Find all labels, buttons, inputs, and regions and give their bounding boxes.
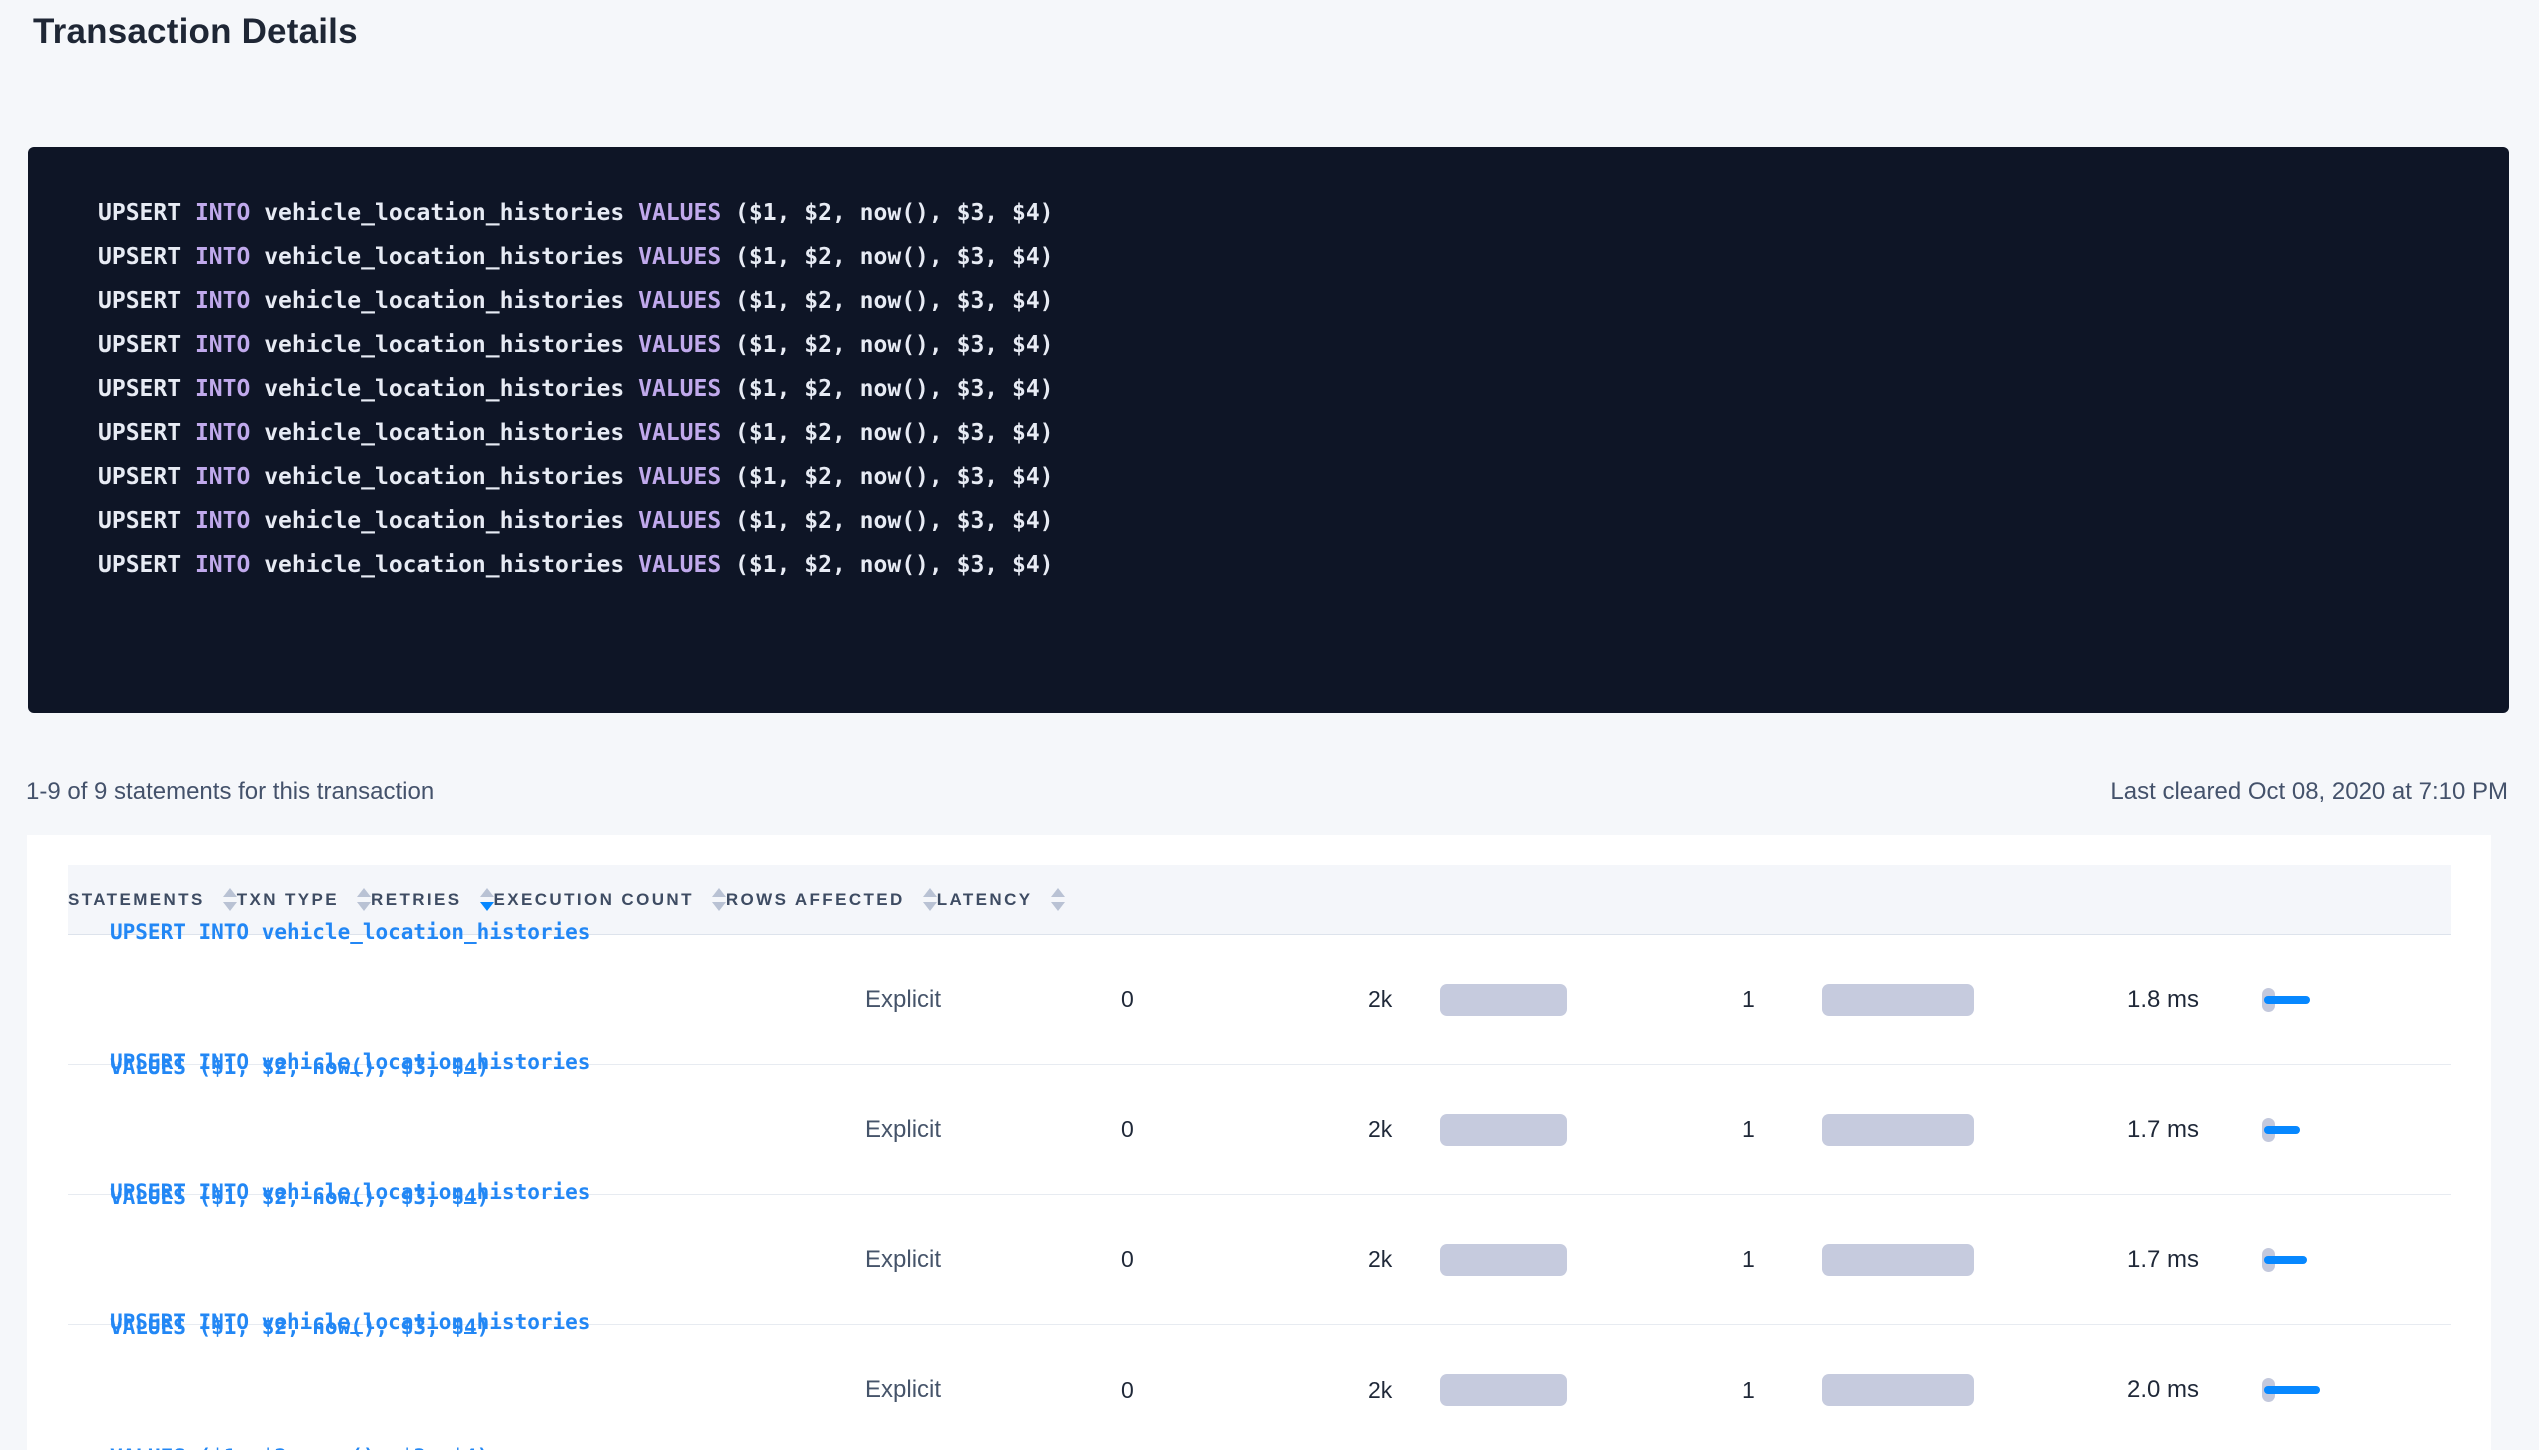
statements-count-text: 1-9 of 9 statements for this transaction [26, 778, 434, 806]
rows-affected-cell: 1 [1700, 1374, 2080, 1406]
execution-count-cell: 2k [1330, 984, 1700, 1016]
column-header-label: LATENCY [937, 890, 1033, 910]
execution-count-bar [1440, 1374, 1567, 1406]
sort-asc-icon [923, 888, 937, 897]
statement-link-line1: UPSERT INTO vehicle_location_histories [110, 1040, 840, 1085]
latency-bar [2264, 1256, 2307, 1264]
retries-cell: 0 [1090, 986, 1330, 1013]
statement-table-row: UPSERT INTO vehicle_location_histories V… [68, 1325, 2451, 1450]
latency-bar-chart [2262, 1240, 2332, 1280]
sort-arrows-icon [923, 888, 937, 911]
statement-link-line2: VALUES ($1, $2, now(), $3, $4) [110, 1435, 840, 1450]
retries-cell: 0 [1090, 1377, 1330, 1404]
execution-count-bar [1440, 1114, 1567, 1146]
statements-table-card: STATEMENTS TXN TYPE RETRIES [27, 835, 2491, 1450]
sql-statement-line: UPSERT INTO vehicle_location_histories V… [98, 499, 2469, 543]
rows-affected-cell: 1 [1700, 1244, 2080, 1276]
sql-statement-line: UPSERT INTO vehicle_location_histories V… [98, 367, 2469, 411]
latency-bar-chart [2262, 1110, 2332, 1150]
retries-cell: 0 [1090, 1246, 1330, 1273]
column-header[interactable]: LATENCY [937, 888, 1065, 911]
latency-bar [2264, 996, 2310, 1004]
txn-type-cell: Explicit [840, 1246, 1090, 1274]
statements-table-body: UPSERT INTO vehicle_location_histories V… [68, 935, 2451, 1450]
statement-cell: UPSERT INTO vehicle_location_histories V… [68, 1210, 840, 1450]
latency-bar [2264, 1126, 2300, 1134]
latency-bar-chart [2262, 980, 2332, 1020]
txn-type-cell: Explicit [840, 1376, 1090, 1404]
rows-affected-bar [1822, 1244, 1974, 1276]
table-summary-bar: 1-9 of 9 statements for this transaction… [26, 778, 2508, 806]
execution-count-bar [1440, 1244, 1567, 1276]
page-title: Transaction Details [33, 12, 358, 52]
sql-statement-line: UPSERT INTO vehicle_location_histories V… [98, 191, 2469, 235]
sql-statement-line: UPSERT INTO vehicle_location_histories V… [98, 279, 2469, 323]
last-cleared-timestamp: Last cleared Oct 08, 2020 at 7:10 PM [2110, 778, 2508, 806]
rows-affected-cell: 1 [1700, 984, 2080, 1016]
sort-asc-icon [1051, 888, 1065, 897]
latency-cell: 1.8 ms [2080, 980, 2451, 1020]
sql-statement-line: UPSERT INTO vehicle_location_histories V… [98, 235, 2469, 279]
sort-desc-icon [1051, 902, 1065, 911]
statement-link-line1: UPSERT INTO vehicle_location_histories [110, 910, 840, 955]
rows-affected-bar [1822, 1114, 1974, 1146]
sort-desc-icon [923, 902, 937, 911]
rows-affected-bar [1822, 984, 1974, 1016]
execution-count-cell: 2k [1330, 1374, 1700, 1406]
execution-count-cell: 2k [1330, 1114, 1700, 1146]
txn-type-cell: Explicit [840, 1116, 1090, 1144]
sort-arrows-icon [1051, 888, 1065, 911]
latency-cell: 1.7 ms [2080, 1110, 2451, 1150]
sql-statement-line: UPSERT INTO vehicle_location_histories V… [98, 323, 2469, 367]
latency-cell: 1.7 ms [2080, 1240, 2451, 1280]
statement-link-line1: UPSERT INTO vehicle_location_histories [110, 1170, 840, 1215]
statement-link-line1: UPSERT INTO vehicle_location_histories [110, 1300, 840, 1345]
statement-link[interactable]: UPSERT INTO vehicle_location_histories V… [110, 1210, 840, 1450]
execution-count-cell: 2k [1330, 1244, 1700, 1276]
txn-type-cell: Explicit [840, 986, 1090, 1014]
retries-cell: 0 [1090, 1116, 1330, 1143]
rows-affected-cell: 1 [1700, 1114, 2080, 1146]
execution-count-bar [1440, 984, 1567, 1016]
sql-statement-line: UPSERT INTO vehicle_location_histories V… [98, 411, 2469, 455]
rows-affected-bar [1822, 1374, 1974, 1406]
latency-cell: 2.0 ms [2080, 1370, 2451, 1410]
latency-bar-chart [2262, 1370, 2332, 1410]
sql-statement-line: UPSERT INTO vehicle_location_histories V… [98, 543, 2469, 587]
latency-bar [2264, 1386, 2320, 1394]
transaction-sql-code-block: UPSERT INTO vehicle_location_histories V… [28, 147, 2509, 713]
sql-statement-line: UPSERT INTO vehicle_location_histories V… [98, 455, 2469, 499]
